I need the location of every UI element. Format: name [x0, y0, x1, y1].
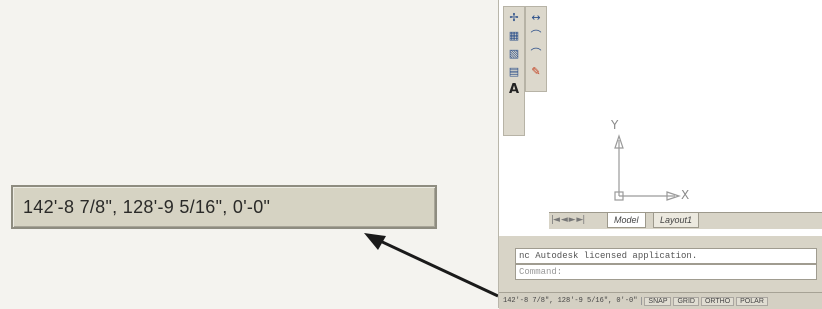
arrows-icon[interactable]: ↔: [528, 9, 544, 25]
crosshair-icon[interactable]: ✢: [506, 9, 522, 25]
ortho-toggle[interactable]: ORTHO: [700, 296, 735, 306]
grid-icon[interactable]: ▦: [506, 27, 522, 43]
drawing-area[interactable]: Y X: [549, 0, 822, 212]
tab-model[interactable]: Model: [607, 213, 646, 228]
table-icon[interactable]: ▤: [506, 63, 522, 79]
ucs-y-label: Y: [611, 118, 619, 132]
cad-window: ✢ ▦ ▧ ▤ A ↔ ⌒ ⌒ ✎ Y X |◄ ◄ ► ►| Model La…: [498, 0, 822, 309]
modify-toolbar: ↔ ⌒ ⌒ ✎: [525, 6, 547, 92]
arc-icon[interactable]: ⌒: [528, 27, 544, 43]
status-coordinates[interactable]: 142'-8 7/8", 128'-9 5/16", 0'-0": [499, 297, 643, 305]
grid-toggle[interactable]: GRID: [673, 296, 699, 306]
coordinates-callout: 142'-8 7/8", 128'-9 5/16", 0'-0": [11, 185, 437, 229]
draw-toolbar: ✢ ▦ ▧ ▤ A: [503, 6, 525, 136]
callout-coordinates-text: 142'-8 7/8", 128'-9 5/16", 0'-0": [23, 197, 271, 217]
command-history: nc Autodesk licensed application.: [515, 248, 817, 264]
arc-icon[interactable]: ⌒: [528, 45, 544, 61]
ucs-x-label: X: [681, 188, 690, 202]
tab-layout1[interactable]: Layout1: [653, 213, 700, 228]
block-icon[interactable]: ▧: [506, 45, 522, 61]
status-bar: 142'-8 7/8", 128'-9 5/16", 0'-0" SNAP GR…: [499, 292, 822, 309]
tab-navigation-arrows[interactable]: |◄ ◄ ► ►|: [551, 215, 585, 225]
command-window: nc Autodesk licensed application. Comman…: [499, 236, 822, 292]
polar-toggle[interactable]: POLAR: [736, 296, 768, 306]
text-tool-icon[interactable]: A: [506, 81, 522, 97]
command-input[interactable]: Command:: [515, 264, 817, 280]
ucs-icon: [614, 134, 681, 201]
edit-icon[interactable]: ✎: [528, 63, 544, 79]
snap-toggle[interactable]: SNAP: [644, 296, 672, 306]
layout-tabs-bar: |◄ ◄ ► ►| Model Layout1: [549, 212, 822, 229]
